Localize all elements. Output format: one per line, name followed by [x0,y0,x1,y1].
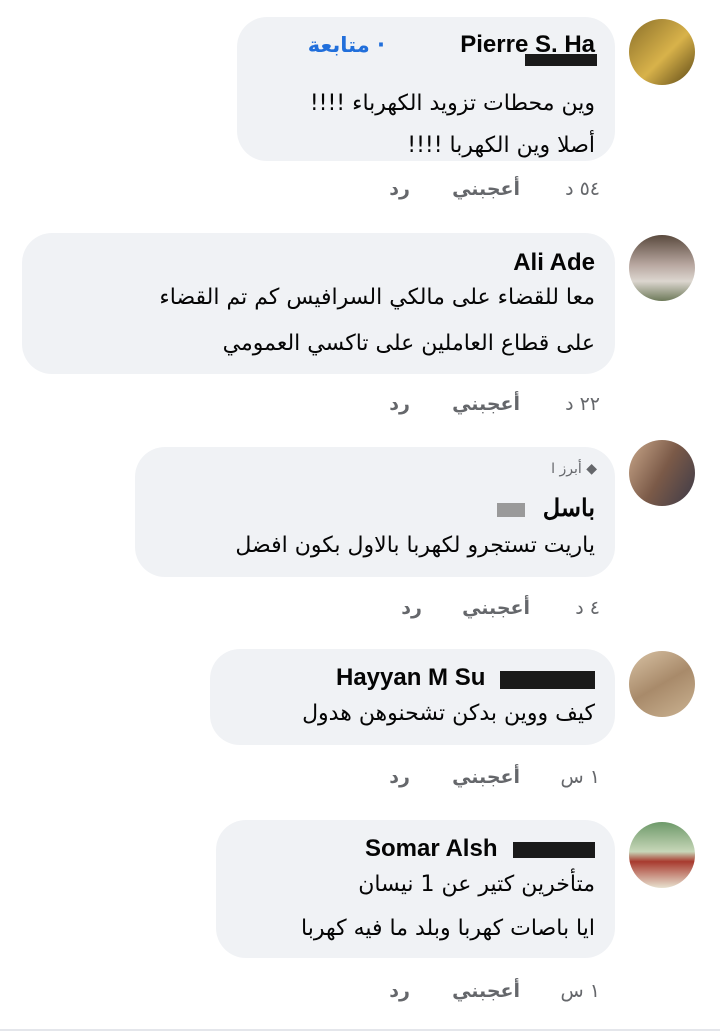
comment-actions: ١ س أعجبني رد [380,766,600,796]
redaction-block [500,671,595,689]
comment-time[interactable]: ١ س [561,980,600,1002]
comment-time[interactable]: ٥٤ د [565,178,600,200]
avatar[interactable] [629,440,695,506]
comment-author[interactable]: Somar Alsh [365,835,497,863]
reply-button[interactable]: رد [389,178,410,200]
comment-text: ياريت تستجرو لكهربا بالاول بكون افضل [235,533,595,558]
comment-author[interactable]: باسل [543,494,595,523]
comment-time[interactable]: ٢٢ د [565,393,600,415]
comment-actions: ٥٤ د أعجبني رد [380,178,600,208]
redaction-block [497,503,525,517]
comment-text: معا للقضاء على مالكي السرافيس كم تم القض… [159,285,595,310]
like-button[interactable]: أعجبني [452,393,520,415]
comment-text: ايا باصات كهربا وبلد ما فيه كهربا [301,916,595,941]
divider [0,1029,720,1031]
comment-text: وين محطات تزويد الكهرباء !!!! [309,91,595,116]
comment-text: كيف ووين بدكن تشحنوهن هدول [302,701,595,726]
top-fan-badge: ◆ أبرز ا [551,461,597,477]
comment-time[interactable]: ٤ د [575,597,600,619]
reply-button[interactable]: رد [389,980,410,1002]
comment-time[interactable]: ١ س [561,766,600,788]
comment-text: أصلا وين الكهربا !!!! [407,133,595,158]
reply-button[interactable]: رد [401,597,422,619]
avatar[interactable] [629,19,695,85]
like-button[interactable]: أعجبني [462,597,530,619]
redaction-block [513,842,595,858]
comment-text: متأخرين كتير عن 1 نيسان [358,872,595,897]
follow-link[interactable]: · متابعة [308,33,385,57]
redaction-block [525,54,597,66]
comment-bubble: Pierre S. Ha · متابعة وين محطات تزويد ال… [237,17,615,161]
reply-button[interactable]: رد [389,393,410,415]
comment-bubble: ◆ أبرز ا باسل ياريت تستجرو لكهربا بالاول… [135,447,615,577]
comment-bubble: Ali Ade معا للقضاء على مالكي السرافيس كم… [22,233,615,374]
avatar[interactable] [629,235,695,301]
like-button[interactable]: أعجبني [452,766,520,788]
comment-bubble: Somar Alsh متأخرين كتير عن 1 نيسان ايا ب… [216,820,615,958]
avatar[interactable] [629,822,695,888]
reply-button[interactable]: رد [389,766,410,788]
comment-actions: ١ س أعجبني رد [380,980,600,1010]
comment-actions: ٤ د أعجبني رد [380,597,600,627]
comment-actions: ٢٢ د أعجبني رد [380,393,600,423]
comment-text: على قطاع العاملين على تاكسي العمومي [222,331,595,356]
like-button[interactable]: أعجبني [452,980,520,1002]
avatar[interactable] [629,651,695,717]
diamond-icon: ◆ [586,461,597,477]
comment-author[interactable]: Hayyan M Su [336,664,485,692]
comment-bubble: Hayyan M Su كيف ووين بدكن تشحنوهن هدول [210,649,615,745]
comment-author[interactable]: Ali Ade [513,249,595,277]
like-button[interactable]: أعجبني [452,178,520,200]
